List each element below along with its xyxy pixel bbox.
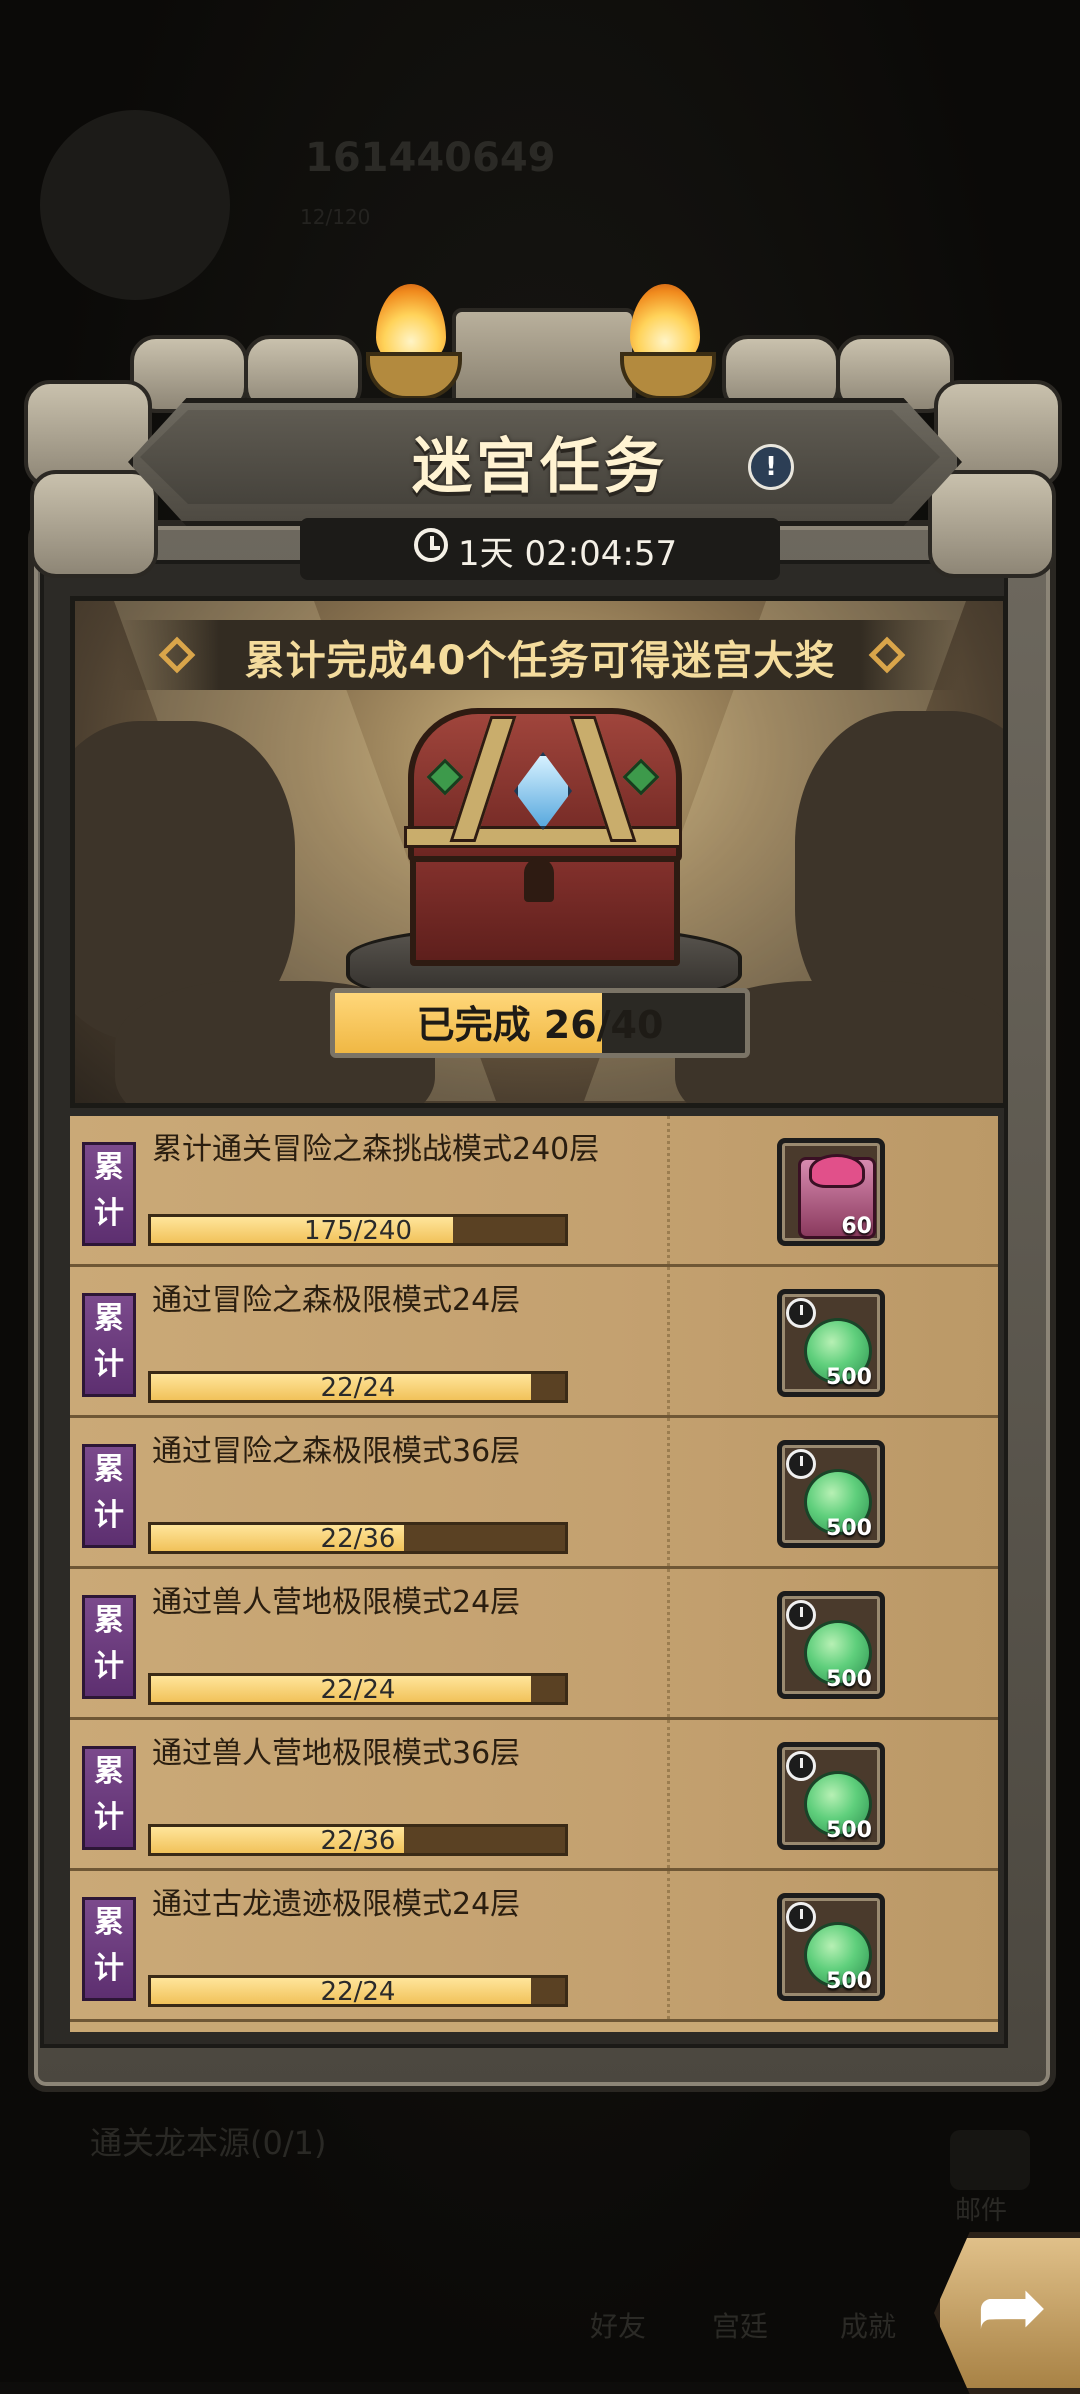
- reward-slot[interactable]: 500: [777, 1893, 885, 2001]
- task-row[interactable]: 累计 通过兽人营地极限模式36层 22/36 500: [70, 1720, 998, 1871]
- task-progress-text: 22/24: [320, 1977, 396, 2007]
- clock-icon: [414, 528, 448, 562]
- reward-count: 500: [826, 1667, 872, 1692]
- task-title: 通过冒险之森极限模式36层: [152, 1434, 521, 1469]
- task-row[interactable]: 累计 通过冒险之森极限模式36层 22/36 500: [70, 1418, 998, 1569]
- timer-text: 1天 02:04:57: [458, 534, 678, 574]
- task-progress-bar: 22/36: [148, 1824, 568, 1856]
- reward-count: 60: [841, 1214, 872, 1239]
- background-mail-icon: [950, 2130, 1030, 2190]
- background-player-score: 161440649: [305, 135, 556, 181]
- page-title: 迷宫任务: [412, 432, 668, 502]
- reward-slot[interactable]: 500: [777, 1591, 885, 1699]
- task-title: 累计通关冒险之森挑战模式240层: [152, 1132, 600, 1167]
- task-progress-text: 22/24: [320, 1373, 396, 1403]
- task-progress-bar: 22/36: [148, 1522, 568, 1554]
- task-tag: 累计: [82, 1293, 136, 1397]
- task-progress-text: 22/36: [320, 1524, 396, 1554]
- task-row[interactable]: 累计 累计通关冒险之森挑战模式240层 175/240 60: [70, 1116, 998, 1267]
- background-mail-label: 邮件: [955, 2196, 1008, 2226]
- reward-count: 500: [826, 1516, 872, 1541]
- reward-count: 500: [826, 1818, 872, 1843]
- task-progress-bar: 22/24: [148, 1371, 568, 1403]
- gift-bow-icon: [809, 1154, 865, 1188]
- task-tag: 累计: [82, 1444, 136, 1548]
- task-progress-bar: 22/24: [148, 1673, 568, 1705]
- task-title: 通过兽人营地极限模式24层: [152, 1585, 521, 1620]
- clock-icon: [786, 1902, 816, 1932]
- task-tag: 累计: [82, 1595, 136, 1699]
- task-row[interactable]: 累计 通过古龙遗迹极限模式24层 22/24 500: [70, 1871, 998, 2022]
- task-title: 通过古龙遗迹极限模式24层: [152, 1887, 521, 1922]
- task-progress-bar: 175/240: [148, 1214, 568, 1246]
- reward-count: 500: [826, 1969, 872, 1994]
- background-player-sub: 12/120: [300, 205, 371, 229]
- background-tab-friends: 好友: [590, 2310, 647, 2343]
- task-progress-text: 175/240: [303, 1216, 412, 1246]
- prize-banner-text: 累计完成40个任务可得迷宫大奖: [244, 638, 836, 684]
- background-tab-court: 宫廷: [712, 2310, 769, 2343]
- grand-prize-progress-text: 已完成 26/40: [416, 1003, 664, 1047]
- task-title: 通过兽人营地极限模式36层: [152, 1736, 521, 1771]
- task-progress-bar: 22/24: [148, 1975, 568, 2007]
- reward-slot[interactable]: 500: [777, 1289, 885, 1397]
- task-tag: 累计: [82, 1897, 136, 2001]
- task-tag: 累计: [82, 1142, 136, 1246]
- reward-slot[interactable]: 60: [777, 1138, 885, 1246]
- task-list[interactable]: 累计 累计通关冒险之森挑战模式240层 175/240 60 累计 通过冒险之森…: [70, 1116, 998, 2032]
- task-progress-text: 22/36: [320, 1826, 396, 1856]
- clock-icon: [786, 1449, 816, 1479]
- background-avatar: [40, 110, 230, 300]
- clock-icon: [786, 1751, 816, 1781]
- task-progress-text: 22/24: [320, 1675, 396, 1705]
- return-arrow-icon: ➦: [976, 2257, 1049, 2357]
- task-row[interactable]: 累计 通过冒险之森极限模式24层 22/24 500: [70, 1267, 998, 1418]
- clock-icon: [786, 1298, 816, 1328]
- task-title: 通过冒险之森极限模式24层: [152, 1283, 521, 1318]
- background-quest-text: 通关龙本源(0/1): [90, 2124, 327, 2162]
- background-tab-achievement: 成就: [840, 2310, 897, 2343]
- reward-slot[interactable]: 500: [777, 1440, 885, 1548]
- task-tag: 累计: [82, 1746, 136, 1850]
- info-icon[interactable]: !: [748, 444, 794, 490]
- task-row[interactable]: 累计 通过兽人营地极限模式24层 22/24 500: [70, 1569, 998, 1720]
- reward-slot[interactable]: 500: [777, 1742, 885, 1850]
- reward-count: 500: [826, 1365, 872, 1390]
- clock-icon: [786, 1600, 816, 1630]
- chest-lock-icon: [524, 858, 554, 902]
